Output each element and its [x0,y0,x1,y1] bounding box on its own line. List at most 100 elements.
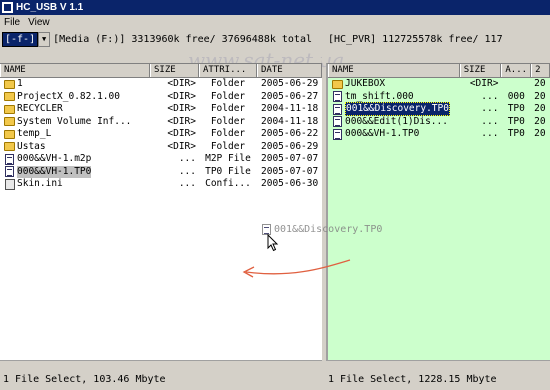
file-date: 2005-06-27 [261,90,319,102]
file-date: 20 [534,103,546,115]
file-name-cell: ProjectX_0.82.1.00 [0,91,150,103]
file-name-cell: Ustas [0,141,150,153]
right-path-bar: [HC_PVR] 112725578k free/ 117 [328,30,550,48]
col-header-size[interactable]: SIZE [150,64,199,77]
file-size: <DIR> [167,115,196,127]
chevron-down-icon[interactable]: ▼ [38,31,51,47]
file-name: 000&&VH-1.m2p [17,153,92,165]
right-column-headers: NAME SIZE A... 2 [328,64,550,78]
file-row[interactable]: tm_shift.000... 000 20 [328,91,550,104]
file-size: ... [178,178,196,190]
app-icon [2,2,13,13]
file-row[interactable]: 000&&Edit(1)Dis...... TP0 20 [328,116,550,129]
file-row[interactable]: RECYCLER <DIR> Folder 2004-11-18 [0,103,322,116]
folder-icon [332,79,343,89]
left-status-bar: 1 File Select, 103.46 Mbyte [0,371,322,388]
drag-ghost-label: 001&&Discovery.TP0 [274,224,383,235]
file-date: 2005-06-22 [261,128,319,140]
file-row[interactable]: 000&&VH-1.m2p... M2P File 2005-07-07 [0,153,322,166]
file-size: ... [178,165,196,177]
file-name-cell: 000&&VH-1.TP0 [328,128,460,140]
file-size: ... [481,90,499,102]
folder-icon [4,142,15,152]
file-name: Ustas [17,140,46,152]
left-path-bar: [-f-] ▼ [Media (F:)] 3313960k free/ 3769… [0,30,322,48]
title-bar: HC_USB V 1.1 [0,0,550,15]
col-header-date[interactable]: DATE [257,64,322,77]
right-horizontal-scrollbar[interactable] [326,360,550,368]
file-name-cell: temp_L [0,128,150,140]
file-attribute: TP0 [507,128,525,140]
file-icon [333,91,342,103]
col-header-date[interactable]: 2 [531,64,550,77]
right-file-list: JUKEBOX <DIR> 20 tm_shift.000... 000 20 001&&D… [328,78,550,141]
file-name-cell: 000&&Edit(1)Dis... [328,116,460,128]
left-file-panel[interactable]: NAME SIZE ATTRI... DATE 1 <DIR> Folder 2005… [0,63,322,368]
file-name: 1 [17,78,23,90]
file-date: 2005-06-29 [261,140,319,152]
col-header-attributes[interactable]: A... [501,64,532,77]
file-date: 2005-07-07 [261,153,319,165]
col-header-attributes[interactable]: ATTRI... [199,64,257,77]
file-icon [5,166,14,178]
menu-file[interactable]: File [0,17,24,28]
right-status-text: 1 File Select, 1228.15 Mbyte [328,374,497,385]
file-name-cell: 001&&Discovery.TP0 [328,102,460,117]
left-file-list: 1 <DIR> Folder 2005-06-29 ProjectX_0.82.1.00… [0,78,322,191]
file-row[interactable]: JUKEBOX <DIR> 20 [328,78,550,91]
file-icon [5,153,14,165]
file-attribute: Folder [210,128,246,140]
mouse-cursor-icon [267,234,279,252]
file-size: ... [481,115,499,127]
file-row[interactable]: 000&&VH-1.TP0... TP0 File 2005-07-07 [0,165,322,179]
file-name: temp_L [17,128,52,140]
file-size: <DIR> [167,78,196,90]
file-attribute: Folder [210,103,246,115]
file-attribute: 000 [507,90,525,102]
file-name: 000&&VH-1.TP0 [17,165,92,178]
left-path-text: [Media (F:)] 3313960k free/ 37696488k to… [53,33,312,45]
file-attribute: Confi... [205,178,251,190]
file-row[interactable]: Skin.ini... Confi... 2005-06-30 [0,178,322,191]
file-size: ... [481,103,499,115]
file-row[interactable]: System Volume Inf... <DIR> Folder 2004-11-1… [0,116,322,129]
menu-view[interactable]: View [24,17,54,28]
folder-icon [4,79,15,89]
file-icon [333,128,342,140]
right-status-bar: 1 File Select, 1228.15 Mbyte [328,371,550,388]
file-row[interactable]: ProjectX_0.82.1.00 <DIR> Folder 2005-06-27 [0,91,322,104]
drive-select[interactable]: [-f-] ▼ [2,31,51,47]
file-date: 20 [534,78,546,90]
file-size: <DIR> [469,78,499,90]
file-name-cell: RECYCLER [0,103,150,115]
file-row[interactable]: Ustas <DIR> Folder 2005-06-29 [0,141,322,154]
file-attribute: TP0 [507,103,525,115]
file-name-cell: JUKEBOX [328,78,460,90]
file-size: <DIR> [167,140,196,152]
col-header-size[interactable]: SIZE [459,64,502,77]
file-row[interactable]: temp_L <DIR> Folder 2005-06-22 [0,128,322,141]
left-horizontal-scrollbar[interactable] [0,360,322,368]
file-row[interactable]: 1 <DIR> Folder 2005-06-29 [0,78,322,91]
file-row[interactable]: 000&&VH-1.TP0... TP0 20 [328,128,550,141]
file-name: tm_shift.000 [345,90,414,102]
file-attribute: Folder [210,90,246,102]
file-name-cell: 000&&VH-1.TP0 [0,165,150,178]
right-path-text: [HC_PVR] 112725578k free/ 117 [328,33,503,45]
col-header-name[interactable]: NAME [328,64,460,77]
file-name: Skin.ini [17,178,63,190]
annotation-arrow [242,259,351,278]
col-header-name[interactable]: NAME [0,64,150,77]
file-name-cell: 1 [0,78,150,90]
left-column-headers: NAME SIZE ATTRI... DATE [0,64,322,78]
right-file-panel[interactable]: NAME SIZE A... 2 JUKEBOX <DIR> 20 tm_shift.… [326,63,550,368]
folder-icon [4,104,15,114]
file-row[interactable]: 001&&Discovery.TP0... TP0 20 [328,102,550,117]
file-icon [333,103,342,115]
file-size: ... [481,128,499,140]
file-attribute: TP0 File [205,165,251,177]
file-attribute: Folder [210,140,246,152]
file-attribute: Folder [210,115,246,127]
file-size: <DIR> [167,90,196,102]
folder-icon [4,92,15,102]
